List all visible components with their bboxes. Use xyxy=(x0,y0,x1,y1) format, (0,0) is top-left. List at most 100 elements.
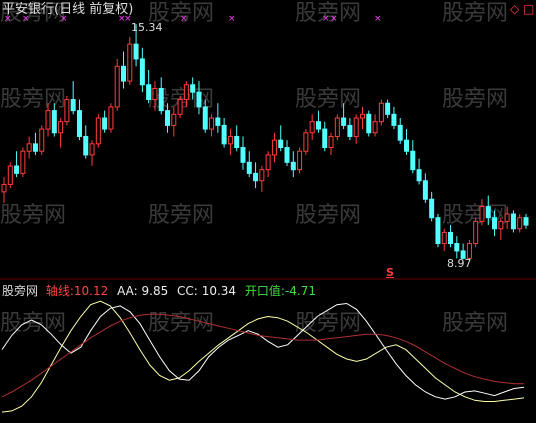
candle xyxy=(454,236,460,259)
candle xyxy=(523,214,529,229)
candle-body xyxy=(479,206,485,222)
candle xyxy=(290,151,296,178)
candle xyxy=(378,99,384,126)
candle-body xyxy=(347,124,353,137)
open-value-label: 开口值: xyxy=(244,284,285,298)
candle-body xyxy=(284,147,290,163)
candle-body xyxy=(221,124,227,145)
candle-body xyxy=(89,143,95,156)
signal-marker: × xyxy=(180,14,188,24)
candle xyxy=(271,132,277,163)
candle-body xyxy=(183,84,189,101)
cc-label: CC: xyxy=(177,284,198,298)
watermark-text: 股旁网 xyxy=(0,87,66,112)
candle-body xyxy=(259,169,265,182)
watermark-text: 股旁网 xyxy=(295,87,361,112)
candle-body xyxy=(26,143,32,152)
candle-body xyxy=(127,43,133,82)
candle-body xyxy=(422,180,428,200)
candle xyxy=(404,129,410,155)
candle xyxy=(58,118,64,148)
candle-body xyxy=(58,121,64,134)
candle xyxy=(127,36,133,85)
candle xyxy=(435,214,441,248)
open-value: -4.71 xyxy=(284,284,316,298)
watermark-text: 股旁网 xyxy=(295,311,361,336)
candle-body xyxy=(171,113,177,126)
candle-body xyxy=(278,139,284,149)
candle-body xyxy=(454,243,460,252)
candle-body xyxy=(83,135,89,156)
candle xyxy=(309,114,315,141)
candle-body xyxy=(315,121,321,130)
candle xyxy=(39,125,45,155)
candle-body xyxy=(303,132,309,152)
candle xyxy=(95,114,101,148)
candle-body xyxy=(341,117,347,126)
candle-body xyxy=(120,65,126,82)
candle-body xyxy=(108,106,114,130)
candle-body xyxy=(328,135,334,149)
candle-body xyxy=(429,198,435,219)
candle-body xyxy=(234,135,240,149)
high-price-label: 15.34 xyxy=(131,21,163,34)
candle-body xyxy=(7,165,13,185)
watermark-text: 股旁网 xyxy=(442,311,508,336)
candle xyxy=(303,129,309,155)
signal-marker: × xyxy=(374,14,382,24)
candle xyxy=(359,106,365,130)
candle-body xyxy=(14,165,20,174)
candle xyxy=(240,136,246,170)
candle xyxy=(278,125,284,152)
candle xyxy=(76,99,82,141)
candle xyxy=(7,162,13,189)
diamond-icon[interactable]: ◇ xyxy=(510,2,519,16)
candle-body xyxy=(20,150,26,174)
candle-body xyxy=(359,113,365,119)
candle xyxy=(120,51,126,89)
signal-marker: × xyxy=(330,14,338,24)
candle xyxy=(517,214,523,233)
candle-body xyxy=(366,113,372,134)
candle-body xyxy=(227,135,233,145)
candle-body xyxy=(297,150,303,171)
candle xyxy=(102,110,108,133)
candle-body xyxy=(196,91,202,108)
candle-body xyxy=(410,150,416,171)
candle xyxy=(14,151,20,178)
candle xyxy=(259,166,265,192)
candle-body xyxy=(448,231,454,245)
candle xyxy=(221,118,227,148)
watermark-text: 股旁网 xyxy=(295,203,361,228)
candle-body xyxy=(158,87,164,112)
candle-body xyxy=(240,147,246,163)
candle xyxy=(334,114,340,141)
candle-body xyxy=(70,99,76,112)
candle xyxy=(416,158,422,185)
candle-body xyxy=(95,117,101,145)
candle-body xyxy=(177,99,183,115)
watermark-text: 股旁网 xyxy=(442,87,508,112)
candle xyxy=(353,114,359,144)
candle xyxy=(1,177,7,203)
candle xyxy=(234,125,240,152)
candle-body xyxy=(385,102,391,115)
candle xyxy=(422,173,428,203)
candle xyxy=(209,114,215,137)
candle-body xyxy=(152,87,158,101)
candle-body xyxy=(334,117,340,137)
candle xyxy=(108,103,114,133)
candle-body xyxy=(253,172,259,182)
candle xyxy=(429,191,435,222)
candle xyxy=(385,99,391,118)
signal-marker: × xyxy=(322,14,330,24)
candle-body xyxy=(215,117,221,126)
candle xyxy=(366,110,372,137)
candle-body xyxy=(510,213,516,230)
square-icon[interactable]: □ xyxy=(523,2,534,16)
candle-body xyxy=(309,121,315,134)
candle xyxy=(347,118,353,141)
indicator-name: 股旁网 xyxy=(2,284,39,298)
candle xyxy=(139,47,145,93)
candle-body xyxy=(397,124,403,141)
